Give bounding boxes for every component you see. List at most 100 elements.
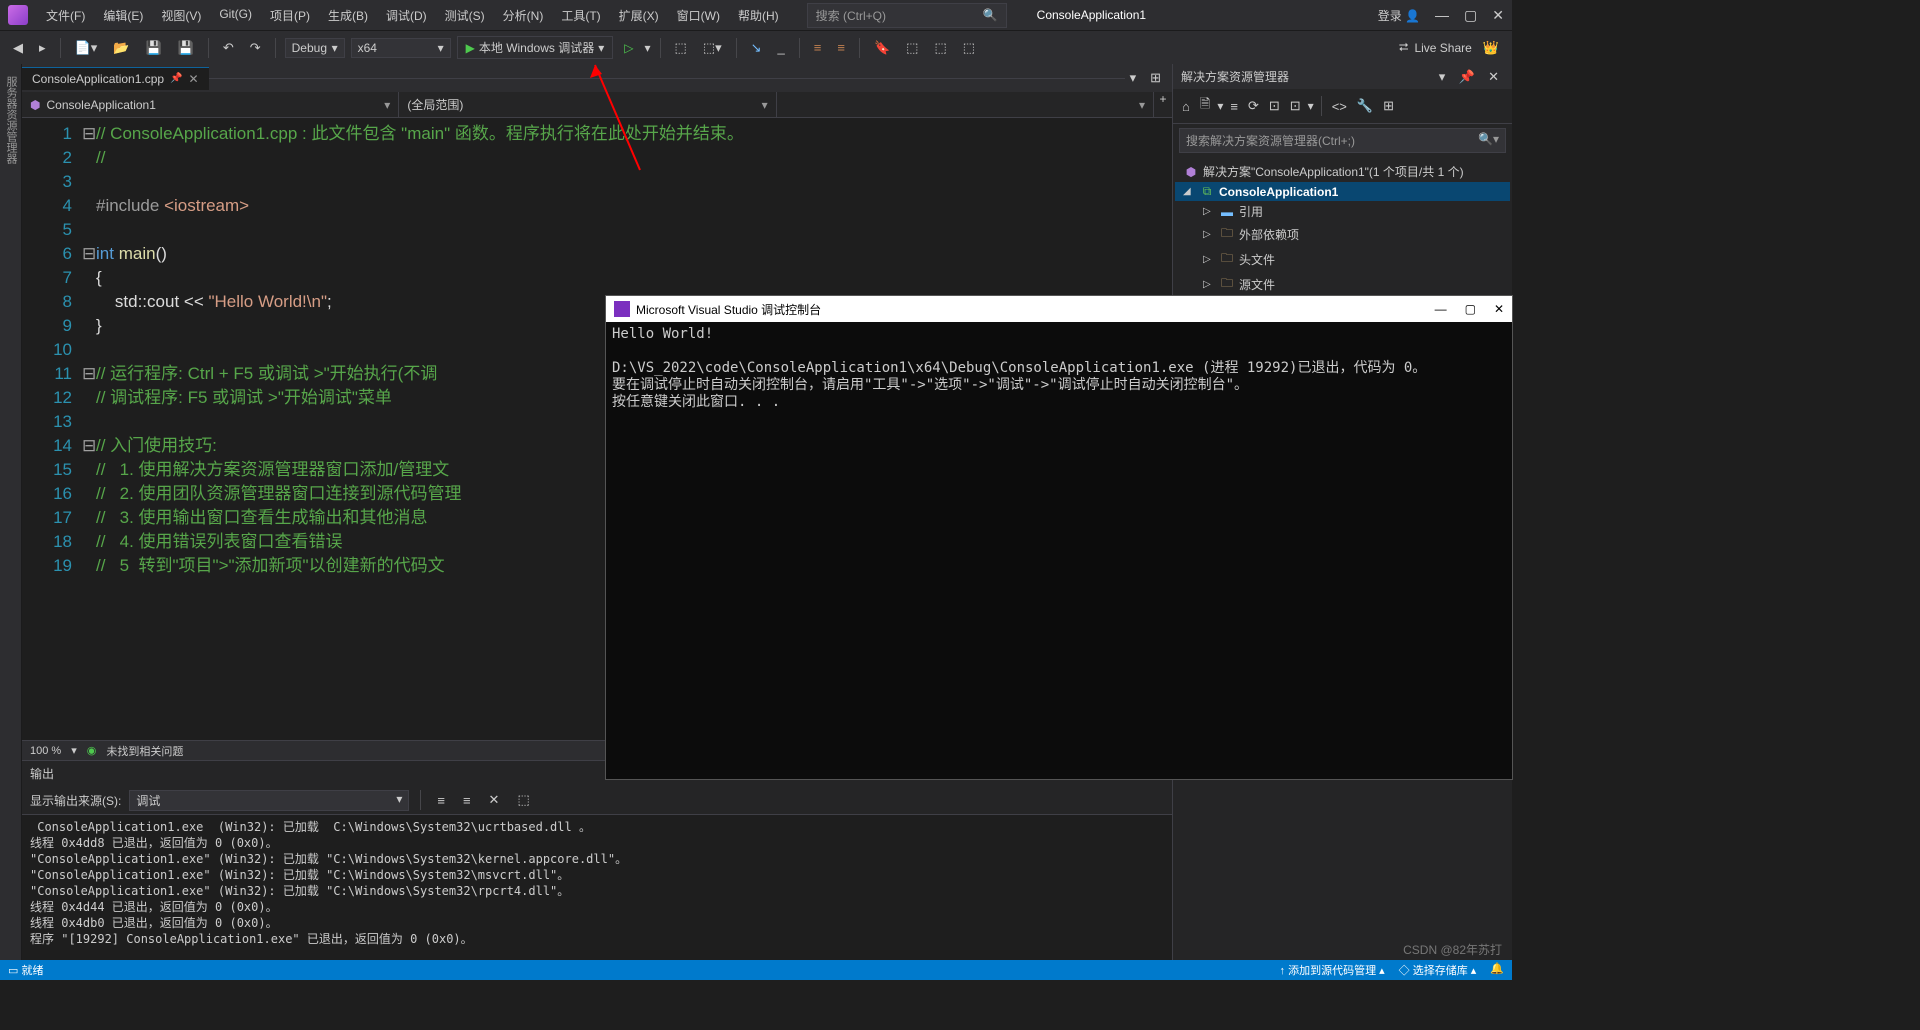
console-titlebar[interactable]: Microsoft Visual Studio 调试控制台 — ▢ ✕ — [606, 296, 1512, 322]
nav-scope-project[interactable]: ⬢ ConsoleApplication1▾ — [22, 92, 399, 117]
project-icon: ⧉ — [1199, 184, 1215, 199]
admin-icon[interactable]: 👑 — [1478, 37, 1504, 59]
tab-label: ConsoleApplication1.cpp — [32, 72, 164, 86]
indent-more-button[interactable]: ≡ — [832, 37, 850, 58]
forward-button[interactable]: ▸ — [34, 37, 51, 59]
status-bell-icon[interactable]: 🔔 — [1490, 962, 1504, 978]
console-maximize-icon[interactable]: ▢ — [1465, 302, 1476, 316]
menu-item[interactable]: 文件(F) — [38, 3, 93, 28]
tree-project[interactable]: ◢ ⧉ ConsoleApplication1 — [1175, 182, 1510, 201]
tb-step-icon[interactable]: ↘ — [746, 37, 767, 59]
toolbar: ◀ ▸ 📄▾ 📂 💾 💾 ↶ ↷ Debug▾ x64▾ ▶ 本地 Window… — [0, 30, 1512, 64]
tb-icon-3[interactable]: _ — [773, 37, 790, 58]
save-all-button[interactable]: 💾 — [173, 37, 199, 59]
statusbar: ▭ 就绪 ↑ 添加到源代码管理 ▴ ◇ 选择存储库 ▴ 🔔 — [0, 960, 1512, 980]
status-scm[interactable]: ↑ 添加到源代码管理 ▴ — [1280, 962, 1385, 978]
maximize-icon[interactable]: ▢ — [1464, 7, 1477, 24]
redo-button[interactable]: ↷ — [245, 37, 266, 59]
close-icon[interactable]: ✕ — [1492, 7, 1504, 24]
nav-scope-member[interactable]: ▾ — [777, 92, 1154, 117]
status-ready-icon: ▭ — [8, 964, 18, 977]
back-button[interactable]: ◀ — [8, 37, 28, 59]
output-clear-icon[interactable]: ✕ — [484, 789, 505, 811]
menu-item[interactable]: 窗口(W) — [669, 3, 728, 28]
menu-item[interactable]: 分析(N) — [495, 3, 552, 28]
sln-icon-2[interactable]: ≡ — [1227, 97, 1241, 116]
tb-icon-1[interactable]: ⬚ — [670, 37, 692, 59]
menu-item[interactable]: 工具(T) — [553, 3, 608, 28]
editor-tabs: ConsoleApplication1.cpp 📌 ✕ ▾ ⊞ — [22, 64, 1172, 92]
open-button[interactable]: 📂 — [108, 37, 134, 59]
sln-icon-5[interactable]: <> — [1329, 97, 1350, 116]
sln-icon-6[interactable]: ⊞ — [1380, 96, 1397, 116]
menu-item[interactable]: 扩展(X) — [611, 3, 667, 28]
rail-server-explorer[interactable]: 服务器资源管理器 — [1, 72, 21, 960]
tree-item[interactable]: ▷▬引用 — [1175, 201, 1510, 222]
rail-toolbox[interactable]: 工具箱 — [0, 72, 1, 960]
sln-icon-1[interactable]: 🗎 — [1197, 93, 1213, 119]
config-combo[interactable]: Debug▾ — [285, 38, 345, 58]
menu-item[interactable]: 生成(B) — [320, 3, 376, 28]
app-title: ConsoleApplication1 — [1027, 4, 1156, 26]
search-icon: 🔍▾ — [1478, 132, 1499, 149]
minimize-icon[interactable]: — — [1435, 7, 1449, 24]
menu-item[interactable]: 编辑(E) — [95, 3, 151, 28]
sync-icon[interactable]: ⟳ — [1245, 96, 1262, 116]
panel-close-icon[interactable]: ✕ — [1483, 66, 1504, 87]
zoom-level[interactable]: 100 % — [30, 745, 61, 757]
save-button[interactable]: 💾 — [140, 37, 166, 59]
console-close-icon[interactable]: ✕ — [1494, 302, 1504, 316]
nav-add-icon[interactable]: + — [1154, 92, 1172, 117]
status-repo[interactable]: ◇ 选择存储库 ▴ — [1399, 962, 1477, 978]
platform-combo[interactable]: x64▾ — [351, 38, 451, 58]
console-body[interactable]: Hello World! D:\VS_2022\code\ConsoleAppl… — [606, 322, 1512, 779]
solution-search-input[interactable]: 搜索解决方案资源管理器(Ctrl+;)🔍▾ — [1179, 128, 1506, 153]
live-share-button[interactable]: Live Share — [1414, 41, 1471, 55]
start-debug-button[interactable]: ▶ 本地 Windows 调试器 ▾ — [457, 36, 614, 59]
undo-button[interactable]: ↶ — [218, 37, 239, 59]
tb-icon-2[interactable]: ⬚▾ — [698, 37, 727, 59]
tb-icon-4[interactable]: ⬚ — [901, 37, 923, 59]
tree-item[interactable]: ▷🗀头文件 — [1175, 247, 1510, 272]
login-button[interactable]: 登录 👤 — [1378, 7, 1420, 24]
tab-dropdown-icon[interactable]: ▾ — [1125, 67, 1142, 89]
debug-console-window[interactable]: Microsoft Visual Studio 调试控制台 — ▢ ✕ Hell… — [605, 295, 1513, 780]
panel-dropdown-icon[interactable]: ▾ — [1434, 66, 1451, 87]
ok-icon: ◉ — [87, 744, 97, 757]
tab-active-file[interactable]: ConsoleApplication1.cpp 📌 ✕ — [22, 67, 209, 90]
bookmark-icon[interactable]: 🔖 — [869, 37, 895, 59]
tab-close-icon[interactable]: ✕ — [189, 72, 199, 86]
panel-pin-icon[interactable]: 📌 — [1454, 66, 1480, 87]
menu-item[interactable]: Git(G) — [211, 3, 260, 28]
search-input[interactable]: 搜索 (Ctrl+Q) 🔍 — [807, 3, 1007, 28]
menu-item[interactable]: 项目(P) — [262, 3, 318, 28]
menu-item[interactable]: 测试(S) — [437, 3, 493, 28]
menu-item[interactable]: 调试(D) — [378, 3, 435, 28]
issues-status: 未找到相关问题 — [106, 743, 183, 759]
output-icon-1[interactable]: ≡ — [432, 790, 450, 811]
menu-item[interactable]: 视图(V) — [153, 3, 209, 28]
new-project-button[interactable]: 📄▾ — [70, 37, 103, 59]
debug-target-label: 本地 Windows 调试器 — [479, 39, 594, 56]
output-text[interactable]: ConsoleApplication1.exe (Win32): 已加载 C:\… — [22, 815, 1172, 960]
tree-item[interactable]: ▷🗀源文件 — [1175, 272, 1510, 297]
wrench-icon[interactable]: 🔧 — [1354, 96, 1376, 116]
output-icon-2[interactable]: ≡ — [458, 790, 476, 811]
sln-icon-3[interactable]: ⊡ — [1266, 96, 1283, 116]
output-source-combo[interactable]: 调试▾ — [129, 790, 409, 811]
tree-solution-root[interactable]: ⬢ 解决方案"ConsoleApplication1"(1 个项目/共 1 个) — [1175, 161, 1510, 182]
nav-scope-global[interactable]: (全局范围)▾ — [399, 92, 776, 117]
menu-item[interactable]: 帮助(H) — [730, 3, 787, 28]
output-icon-3[interactable]: ⬚ — [512, 789, 534, 811]
console-minimize-icon[interactable]: — — [1435, 302, 1447, 316]
start-without-debug-button[interactable]: ▷ — [619, 38, 638, 58]
tree-item[interactable]: ▷🗀外部依赖项 — [1175, 222, 1510, 247]
tab-window-icon[interactable]: ⊞ — [1145, 67, 1166, 89]
pin-icon[interactable]: 📌 — [170, 73, 182, 84]
home-icon[interactable]: ⌂ — [1179, 97, 1193, 116]
sln-icon-4[interactable]: ⊡ — [1287, 96, 1304, 116]
console-title-text: Microsoft Visual Studio 调试控制台 — [636, 301, 821, 318]
indent-less-button[interactable]: ≡ — [809, 37, 827, 58]
tb-icon-5[interactable]: ⬚ — [929, 37, 951, 59]
tb-icon-6[interactable]: ⬚ — [958, 37, 980, 59]
